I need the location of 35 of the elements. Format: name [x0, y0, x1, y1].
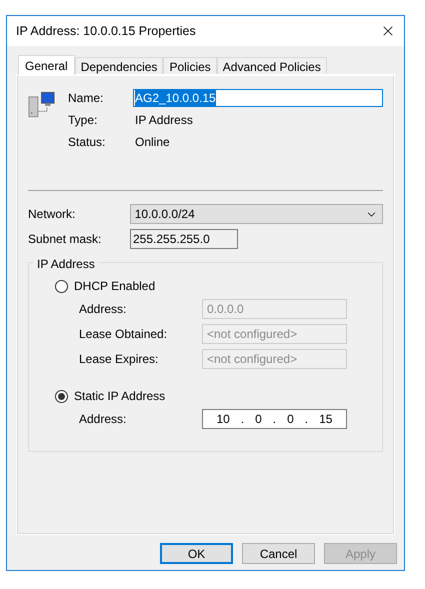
tab[interactable]: Policies [163, 57, 217, 75]
field-label: Name: [68, 90, 104, 107]
field-label: Lease Expires: [79, 351, 160, 368]
tab[interactable]: Advanced Policies [216, 57, 327, 75]
octet-value[interactable]: 0 [255, 410, 262, 428]
field-label: Address: [79, 301, 128, 318]
radio-button[interactable] [55, 390, 68, 402]
octet-separator: . [272, 411, 276, 428]
status-value: Online [134, 134, 171, 151]
tab[interactable]: Dependencies [74, 57, 164, 75]
type-value: IP Address [134, 112, 194, 129]
octet-separator: . [240, 411, 244, 428]
dialog-button[interactable]: OK [160, 543, 233, 564]
octet-value[interactable]: 0 [287, 410, 294, 428]
selected-text: AG2_10.0.0.15 [135, 89, 216, 107]
radio-option[interactable]: Static IP Address [55, 387, 166, 405]
window-title: IP Address: 10.0.0.15 Properties [16, 22, 196, 40]
field-label: Network: [28, 206, 76, 223]
field-label: Type: [68, 112, 98, 129]
dialog-button[interactable]: Cancel [242, 543, 315, 564]
network-dropdown[interactable]: 10.0.0.0/24 [130, 204, 383, 224]
ip-address-field[interactable]: 10 . 0 . 0 . 15 [202, 409, 347, 429]
field-label: Lease Obtained: [79, 326, 168, 343]
octet-value[interactable]: 10 [216, 410, 230, 428]
subnet-mask-field[interactable]: 255.255.255.0 [130, 229, 238, 249]
radio-button[interactable] [55, 280, 68, 292]
tab[interactable]: General [18, 55, 75, 75]
radio-option[interactable]: DHCP Enabled [55, 277, 156, 295]
field-label: Subnet mask: [28, 231, 102, 248]
computer-icon [28, 90, 55, 120]
octet-separator: . [304, 411, 308, 428]
field-label: Status: [68, 134, 106, 151]
field-label: Address: [79, 411, 128, 428]
name-field[interactable]: AG2_10.0.0.15 [133, 89, 383, 107]
octet-value[interactable]: 15 [319, 410, 332, 428]
